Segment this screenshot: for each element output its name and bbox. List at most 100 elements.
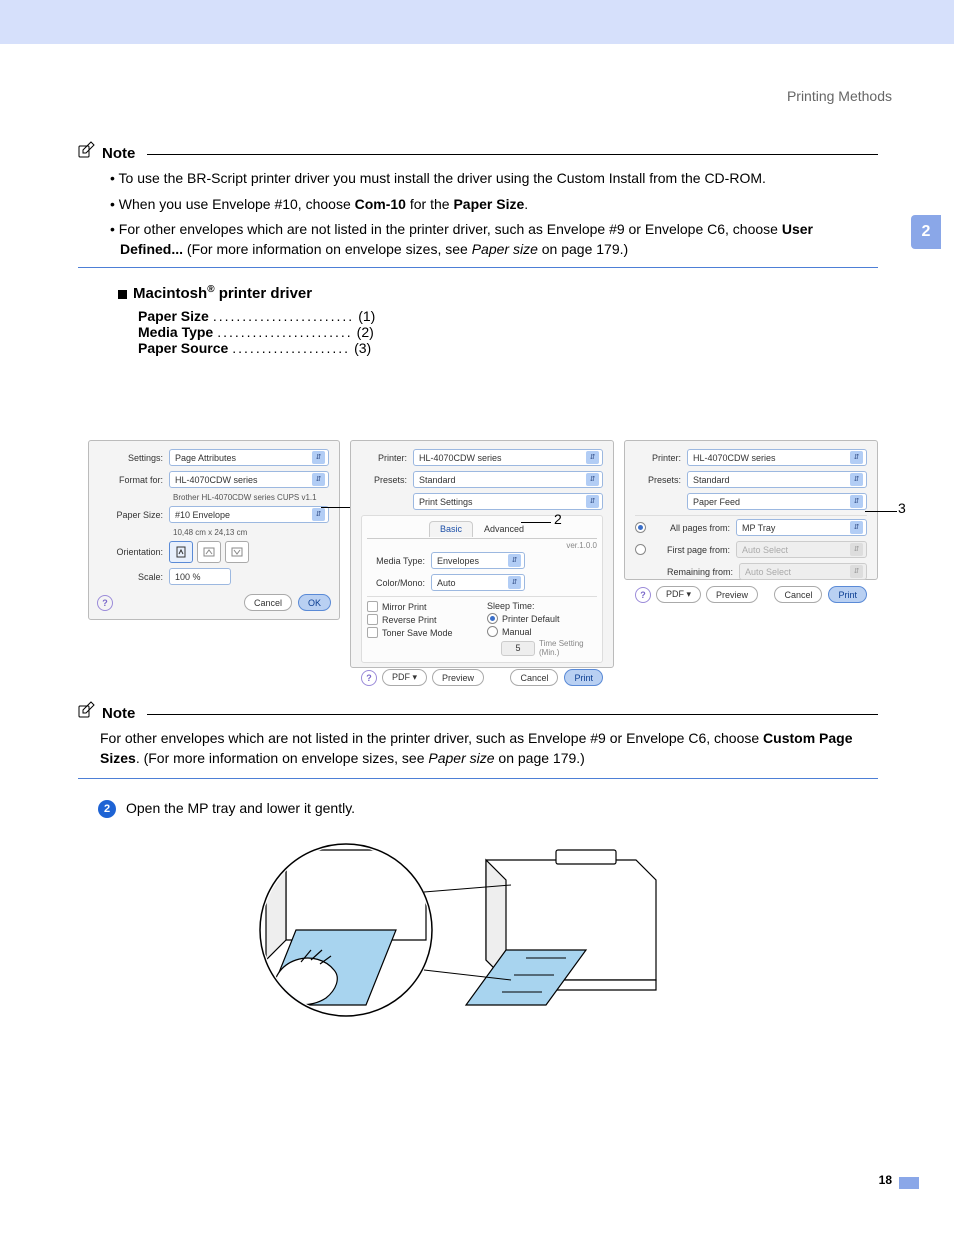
updown-icon: ⇵ (850, 495, 863, 508)
d3-cancel-button[interactable]: Cancel (774, 586, 822, 603)
driver-row-paper-source: Paper Source .................... (3) (138, 340, 878, 356)
d1-papersize-subtext: 10,48 cm x 24,13 cm (173, 528, 329, 537)
step-2-text: Open the MP tray and lower it gently. (126, 800, 355, 816)
d3-allpages-radio[interactable] (635, 522, 646, 533)
d2-printer-select[interactable]: HL-4070CDW series⇵ (413, 449, 603, 466)
callout-1-line (321, 507, 351, 508)
d3-firstpage-select: Auto Select⇵ (736, 541, 867, 558)
d1-format-label: Format for: (99, 475, 163, 485)
d1-orient-reverse-landscape[interactable] (225, 541, 249, 563)
d3-firstpage-label: First page from: (652, 545, 730, 555)
d1-scale-input[interactable]: 100 % (169, 568, 231, 585)
d3-printer-label: Printer: (635, 453, 681, 463)
help-icon[interactable]: ? (97, 595, 113, 611)
help-icon[interactable]: ? (635, 587, 651, 603)
macintosh-driver-heading: Macintosh® printer driver (118, 284, 878, 302)
d3-remaining-label: Remaining from: (655, 567, 733, 577)
note-2-rule (147, 714, 878, 715)
d3-preview-button[interactable]: Preview (706, 586, 758, 603)
note-1-body: • To use the BR-Script printer driver yo… (110, 169, 878, 259)
top-band (0, 0, 954, 44)
d2-inner-panel: Basic Advanced ver.1.0.0 Media Type: Env… (361, 515, 603, 663)
note-2-body: For other envelopes which are not listed… (100, 729, 878, 768)
dialog-paper-feed: Printer: HL-4070CDW series⇵ Presets: Sta… (624, 440, 878, 580)
note-1-rule (147, 154, 878, 155)
d2-panel-select[interactable]: Print Settings⇵ (413, 493, 603, 510)
page-number-accent (899, 1177, 919, 1189)
d2-sleep-manual-radio[interactable]: Manual (487, 626, 597, 637)
driver-row-paper-size: Paper Size ........................ (1) (138, 308, 878, 324)
updown-icon: ⇵ (586, 451, 599, 464)
d2-pdf-button[interactable]: PDF ▾ (382, 669, 427, 686)
d2-colormono-select[interactable]: Auto⇵ (431, 574, 525, 591)
dialog-page-setup: Settings: Page Attributes⇵ Format for: H… (88, 440, 340, 620)
d1-orient-portrait[interactable] (169, 541, 193, 563)
d2-print-button[interactable]: Print (564, 669, 603, 686)
d2-printer-label: Printer: (361, 453, 407, 463)
d2-mirror-checkbox[interactable]: Mirror Print (367, 601, 477, 612)
updown-icon: ⇵ (850, 521, 863, 534)
d3-presets-select[interactable]: Standard⇵ (687, 471, 867, 488)
d3-firstpage-radio[interactable] (635, 544, 646, 555)
d3-allpages-label: All pages from: (652, 523, 730, 533)
d2-tab-basic[interactable]: Basic (429, 521, 473, 537)
page-number: 18 (879, 1173, 892, 1187)
d1-scale-label: Scale: (99, 572, 163, 582)
note-2-label: Note (102, 705, 135, 722)
dialog-print-settings: Printer: HL-4070CDW series⇵ Presets: Sta… (350, 440, 614, 668)
d2-sleep-value: 5 (501, 641, 535, 656)
chapter-tab: 2 (911, 215, 941, 249)
d2-reverse-checkbox[interactable]: Reverse Print (367, 614, 477, 625)
d2-mediatype-label: Media Type: (367, 556, 425, 566)
d1-orientation-label: Orientation: (99, 547, 163, 557)
d3-print-button[interactable]: Print (828, 586, 867, 603)
pencil-note-icon (78, 140, 96, 163)
d2-sleep-label: Sleep Time: (487, 601, 597, 611)
d1-cancel-button[interactable]: Cancel (244, 594, 292, 611)
d3-panel-select[interactable]: Paper Feed⇵ (687, 493, 867, 510)
d2-sleep-suffix: Time Setting (Min.) (539, 639, 597, 657)
d2-toner-checkbox[interactable]: Toner Save Mode (367, 627, 477, 638)
d2-mediatype-select[interactable]: Envelopes⇵ (431, 552, 525, 569)
d1-ok-button[interactable]: OK (298, 594, 331, 611)
d1-orient-landscape[interactable] (197, 541, 221, 563)
d1-format-select[interactable]: HL-4070CDW series⇵ (169, 471, 329, 488)
updown-icon: ⇵ (312, 508, 325, 521)
d3-pdf-button[interactable]: PDF ▾ (656, 586, 701, 603)
d2-version: ver.1.0.0 (367, 541, 597, 550)
d2-presets-label: Presets: (361, 475, 407, 485)
callout-3-label: 3 (898, 500, 906, 516)
updown-icon: ⇵ (312, 451, 325, 464)
d2-preview-button[interactable]: Preview (432, 669, 484, 686)
step-2: 2 Open the MP tray and lower it gently. (98, 800, 355, 818)
d2-cancel-button[interactable]: Cancel (510, 669, 558, 686)
d2-sleep-default-radio[interactable]: Printer Default (487, 613, 597, 624)
d1-settings-label: Settings: (99, 453, 163, 463)
d1-papersize-label: Paper Size: (99, 510, 163, 520)
d2-colormono-label: Color/Mono: (367, 578, 425, 588)
updown-icon: ⇵ (312, 473, 325, 486)
updown-icon: ⇵ (586, 495, 599, 508)
updown-icon: ⇵ (586, 473, 599, 486)
updown-icon: ⇵ (850, 543, 863, 556)
help-icon[interactable]: ? (361, 670, 377, 686)
note-2-bottom-rule (78, 778, 878, 779)
updown-icon: ⇵ (850, 473, 863, 486)
d2-presets-select[interactable]: Standard⇵ (413, 471, 603, 488)
d1-settings-select[interactable]: Page Attributes⇵ (169, 449, 329, 466)
note-1-bullet-2: • When you use Envelope #10, choose Com-… (110, 195, 878, 215)
updown-icon: ⇵ (850, 451, 863, 464)
d3-printer-select[interactable]: HL-4070CDW series⇵ (687, 449, 867, 466)
note-1-bottom-rule (78, 267, 878, 268)
d3-allpages-select[interactable]: MP Tray⇵ (736, 519, 867, 536)
d2-tab-advanced[interactable]: Advanced (473, 521, 535, 536)
note-2-header: Note (78, 700, 878, 723)
step-2-badge: 2 (98, 800, 116, 818)
note-1-header: Note (78, 140, 878, 163)
d1-papersize-select[interactable]: #10 Envelope⇵ (169, 506, 329, 523)
driver-row-media-type: Media Type ....................... (2) (138, 324, 878, 340)
d1-format-subtext: Brother HL-4070CDW series CUPS v1.1 (173, 493, 329, 502)
printer-illustration (256, 830, 686, 1040)
updown-icon: ⇵ (850, 565, 863, 578)
note-1-label: Note (102, 145, 135, 162)
